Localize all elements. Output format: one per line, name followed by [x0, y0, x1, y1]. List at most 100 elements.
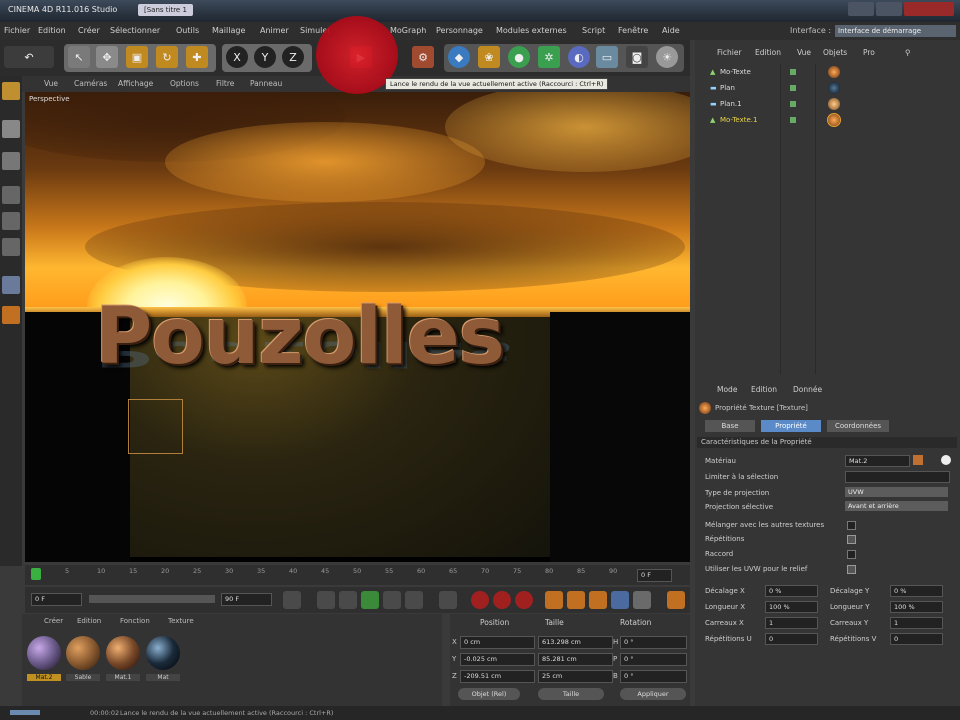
- scale-icon[interactable]: ▣: [126, 46, 148, 68]
- key-pla-icon[interactable]: [633, 591, 651, 609]
- rotate-icon[interactable]: ↻: [156, 46, 178, 68]
- make-editable-icon[interactable]: [2, 82, 20, 100]
- snap-icon[interactable]: [2, 306, 20, 324]
- menu-mesh[interactable]: Maillage: [212, 26, 245, 35]
- coord-mode-select[interactable]: Objet (Rel): [458, 688, 520, 700]
- next-frame-icon[interactable]: [383, 591, 401, 609]
- menu-script[interactable]: Script: [582, 26, 605, 35]
- range-slider[interactable]: [89, 595, 215, 603]
- document-tab[interactable]: [Sans titre 1: [138, 4, 193, 16]
- position-z-field[interactable]: -209.51 cm: [460, 670, 535, 683]
- position-x-field[interactable]: 0 cm: [460, 636, 535, 649]
- vp-menu-display[interactable]: Affichage: [118, 79, 153, 88]
- attr-menu-data[interactable]: Donnée: [793, 385, 822, 394]
- texture-tag-icon[interactable]: [828, 82, 840, 94]
- menu-plugins[interactable]: Modules externes: [496, 26, 567, 35]
- vp-menu-panel[interactable]: Panneau: [250, 79, 282, 88]
- select-arrow-icon[interactable]: ↖: [68, 46, 90, 68]
- restrict-field[interactable]: [845, 471, 950, 483]
- menu-create[interactable]: Créer: [78, 26, 100, 35]
- material-thumb[interactable]: [106, 636, 140, 670]
- size-z-field[interactable]: 25 cm: [538, 670, 613, 683]
- add-icon[interactable]: ✚: [186, 46, 208, 68]
- length-v-field[interactable]: 100 %: [890, 601, 943, 613]
- obj-menu-objects[interactable]: Objets: [823, 48, 847, 57]
- menu-animate[interactable]: Animer: [260, 26, 289, 35]
- mat-menu-texture[interactable]: Texture: [168, 617, 194, 625]
- tab-base[interactable]: Base: [705, 420, 755, 432]
- projection-select[interactable]: UVW: [845, 487, 948, 497]
- material-pick-icon[interactable]: [941, 455, 951, 465]
- material-thumb[interactable]: [66, 636, 100, 670]
- rotation-b-field[interactable]: 0 °: [620, 670, 687, 683]
- goto-start-icon[interactable]: [283, 591, 301, 609]
- timeline[interactable]: 5 10 15 20 25 30 35 40 45 50 55 60 65 70…: [25, 565, 690, 585]
- polygons-mode-icon[interactable]: [2, 238, 20, 256]
- mat-menu-create[interactable]: Créer: [44, 617, 63, 625]
- material-thumb[interactable]: [27, 636, 61, 670]
- menu-character[interactable]: Personnage: [436, 26, 483, 35]
- offset-v-field[interactable]: 0 %: [890, 585, 943, 597]
- menu-mograph[interactable]: MoGraph: [390, 26, 426, 35]
- maximize-button[interactable]: [876, 2, 902, 16]
- visibility-check[interactable]: [790, 85, 796, 91]
- texture-tag-icon[interactable]: [827, 113, 841, 127]
- attr-menu-mode[interactable]: Mode: [717, 385, 737, 394]
- timeline-end-field[interactable]: 0 F: [637, 569, 672, 582]
- object-row-selected[interactable]: ▲ Mo-Texte.1: [700, 113, 955, 128]
- obj-menu-file[interactable]: Fichier: [717, 48, 742, 57]
- move-icon[interactable]: ✥: [96, 46, 118, 68]
- obj-menu-view[interactable]: Vue: [797, 48, 811, 57]
- record-icon[interactable]: [471, 591, 489, 609]
- tiles-u-field[interactable]: 1: [765, 617, 818, 629]
- menu-help[interactable]: Aide: [662, 26, 680, 35]
- environment-icon[interactable]: ◐: [568, 46, 590, 68]
- render-settings-icon[interactable]: ⚙: [412, 46, 434, 68]
- prev-key-icon[interactable]: [317, 591, 335, 609]
- mat-menu-function[interactable]: Fonction: [120, 617, 150, 625]
- menu-tools[interactable]: Outils: [176, 26, 199, 35]
- tab-coordinates[interactable]: Coordonnées: [827, 420, 889, 432]
- minimize-button[interactable]: [848, 2, 874, 16]
- mat-menu-edit[interactable]: Edition: [77, 617, 101, 625]
- deformer-icon[interactable]: ✲: [538, 46, 560, 68]
- play-icon[interactable]: [361, 591, 379, 609]
- menu-window[interactable]: Fenêtre: [618, 26, 648, 35]
- key-param-icon[interactable]: [611, 591, 629, 609]
- position-y-field[interactable]: -0.025 cm: [460, 653, 535, 666]
- uvw-checkbox[interactable]: [847, 565, 856, 574]
- tiles-v-field[interactable]: 1: [890, 617, 943, 629]
- menu-file[interactable]: Fichier: [4, 26, 30, 35]
- nurbs-icon[interactable]: ❀: [478, 46, 500, 68]
- cube-icon[interactable]: ◆: [448, 46, 470, 68]
- size-mode-select[interactable]: Taille: [538, 688, 604, 700]
- vp-menu-view[interactable]: Vue: [44, 79, 58, 88]
- texture-tag-icon[interactable]: [828, 66, 840, 78]
- object-row[interactable]: ▬ Plan: [700, 82, 955, 96]
- tab-tag[interactable]: Propriété: [761, 420, 821, 432]
- visibility-check[interactable]: [790, 69, 796, 75]
- attr-menu-edit[interactable]: Edition: [751, 385, 777, 394]
- goto-end-icon[interactable]: [439, 591, 457, 609]
- visibility-check[interactable]: [790, 117, 796, 123]
- rep-u-field[interactable]: 0: [765, 633, 818, 645]
- tile-checkbox[interactable]: [847, 535, 856, 544]
- camera-icon[interactable]: ◙: [626, 46, 648, 68]
- menu-edit[interactable]: Edition: [38, 26, 66, 35]
- material-link-icon[interactable]: [913, 455, 923, 465]
- key-rotation-icon[interactable]: [589, 591, 607, 609]
- prev-frame-icon[interactable]: [339, 591, 357, 609]
- axis-mode-icon[interactable]: [2, 276, 20, 294]
- floor-icon[interactable]: ▭: [596, 46, 618, 68]
- edges-mode-icon[interactable]: [2, 212, 20, 230]
- playhead[interactable]: [31, 568, 41, 580]
- texture-mode-icon[interactable]: [2, 152, 20, 170]
- vp-menu-cameras[interactable]: Caméras: [74, 79, 107, 88]
- next-key-icon[interactable]: [405, 591, 423, 609]
- key-position-icon[interactable]: [545, 591, 563, 609]
- mix-checkbox[interactable]: [847, 521, 856, 530]
- material-thumb[interactable]: [146, 636, 180, 670]
- size-x-field[interactable]: 613.298 cm: [538, 636, 613, 649]
- layout-select[interactable]: Interface de démarrage: [835, 25, 956, 37]
- offset-u-field[interactable]: 0 %: [765, 585, 818, 597]
